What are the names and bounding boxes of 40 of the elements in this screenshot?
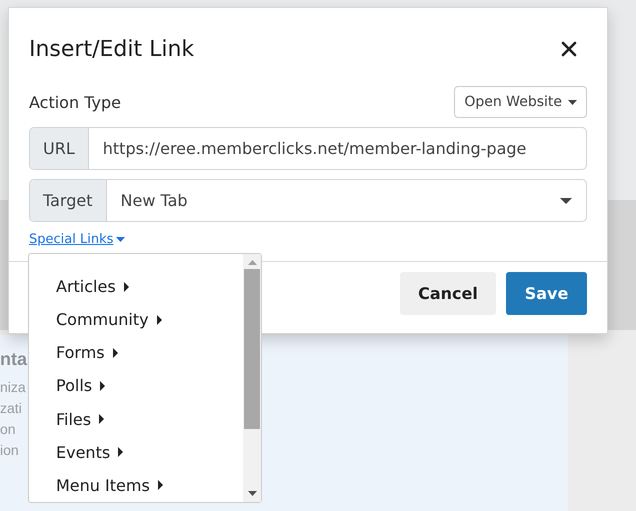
menu-item[interactable]: Forms	[29, 336, 243, 370]
submenu-arrow-icon	[118, 447, 124, 458]
caret-icon	[568, 100, 577, 104]
url-addon: URL	[30, 128, 89, 169]
special-links-link[interactable]: Special Links	[29, 232, 126, 247]
menu-item[interactable]: Files	[29, 402, 243, 436]
background-text: zati	[0, 400, 23, 416]
scroll-up-icon	[248, 260, 256, 265]
scroll-down-icon	[248, 491, 256, 496]
url-field[interactable]: URL https://eree.memberclicks.net/member-landing-page	[29, 127, 587, 170]
save-button[interactable]: Save	[506, 272, 587, 315]
menu-item[interactable]: Articles	[29, 270, 243, 304]
action-type-label: Action Type	[29, 92, 121, 112]
target-addon: Target	[30, 180, 106, 221]
cancel-button[interactable]: Cancel	[400, 272, 496, 315]
menu-item[interactable]: Events	[29, 436, 243, 469]
target-value: New Tab	[120, 190, 189, 212]
menu-item[interactable]: Polls	[29, 369, 243, 403]
background-text: ion	[0, 442, 20, 458]
scrollbar-thumb[interactable]	[244, 269, 260, 429]
submenu-arrow-icon	[99, 414, 104, 424]
submenu-arrow-icon	[158, 480, 163, 490]
close-button[interactable]	[559, 39, 579, 59]
close-icon	[561, 41, 577, 57]
menu-item[interactable]: Community	[29, 303, 243, 336]
url-value: https://eree.memberclicks.net/member-landing-page	[102, 138, 528, 160]
dialog-title: Insert/Edit Link	[29, 36, 194, 62]
submenu-arrow-icon	[124, 282, 129, 292]
background-text: nta	[0, 349, 28, 370]
action-type-dropdown[interactable]: Open Website	[454, 86, 587, 118]
caret-icon	[116, 237, 126, 242]
submenu-arrow-icon	[156, 314, 162, 325]
scrollbar[interactable]	[243, 254, 261, 502]
background-text: niza	[0, 379, 27, 395]
target-select[interactable]: Target New Tab	[29, 179, 587, 222]
submenu-arrow-icon	[100, 380, 106, 391]
caret-icon	[560, 198, 572, 204]
menu-item[interactable]: Menu Items	[29, 468, 243, 502]
background-text: on	[0, 421, 17, 437]
submenu-arrow-icon	[112, 348, 118, 358]
